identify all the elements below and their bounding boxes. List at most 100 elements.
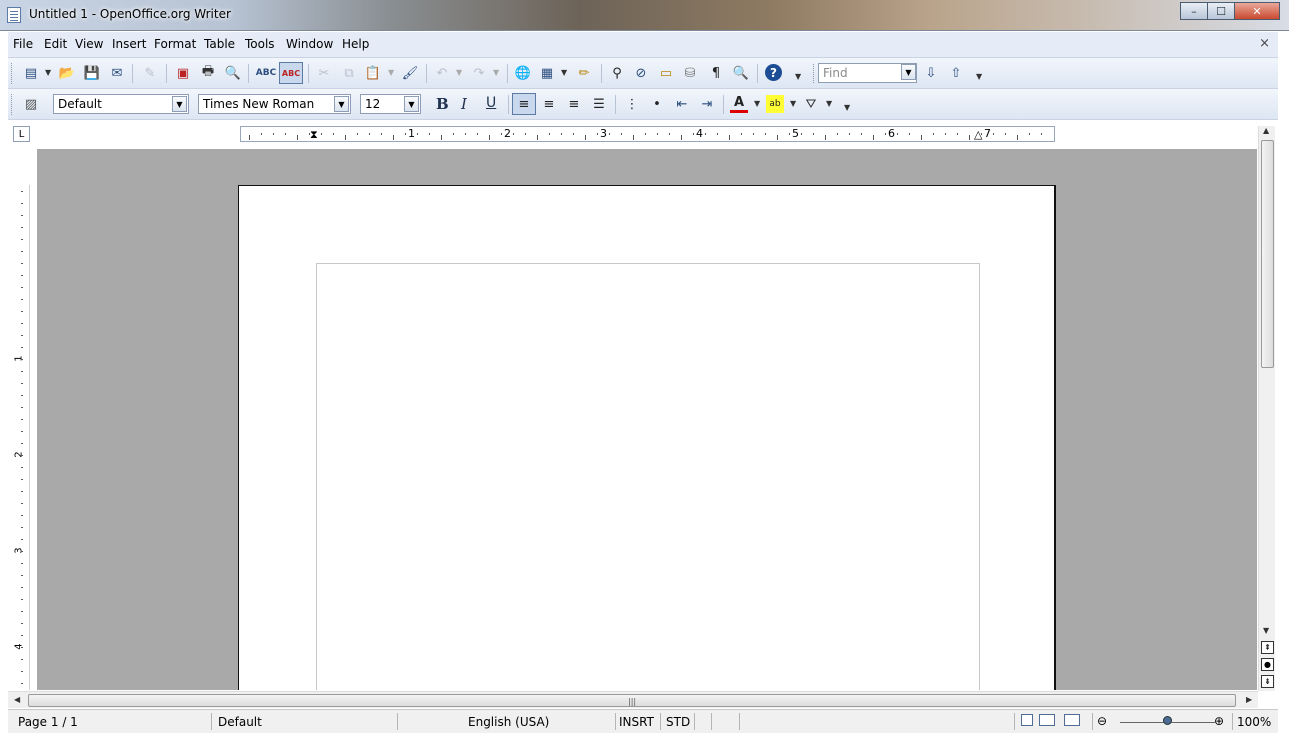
navigator-icon[interactable]: ⊘ — [632, 64, 650, 82]
open-icon[interactable]: 📂 — [58, 64, 76, 82]
gallery-icon[interactable]: ▭ — [657, 64, 675, 82]
font-name-dropdown-icon[interactable]: ▼ — [334, 96, 349, 112]
text-boundaries[interactable] — [316, 263, 980, 690]
insert-mode[interactable]: INSRT — [619, 715, 654, 729]
scroll-right-icon[interactable]: ▶ — [1246, 695, 1252, 704]
font-size-select[interactable]: 12 ▼ — [360, 94, 421, 114]
cut-icon[interactable]: ✂ — [315, 64, 333, 82]
redo-icon[interactable]: ↷ — [470, 64, 488, 82]
bold-button[interactable]: B — [436, 95, 449, 113]
toolbar-more-icon[interactable]: ▼ — [795, 72, 801, 81]
minimize-button[interactable]: – — [1180, 2, 1208, 20]
align-right-icon[interactable]: ≡ — [565, 95, 583, 113]
redo-dropdown-icon[interactable]: ▼ — [493, 68, 499, 77]
find-next-icon[interactable]: ⇩ — [922, 64, 940, 82]
paste-dropdown-icon[interactable]: ▼ — [388, 68, 394, 77]
multi-page-view-icon[interactable] — [1039, 714, 1055, 726]
scroll-down-icon[interactable]: ▼ — [1263, 626, 1269, 635]
highlighting-icon[interactable]: ab — [766, 95, 784, 113]
export-pdf-icon[interactable]: ▣ — [174, 64, 192, 82]
autospellcheck-icon[interactable]: ABC — [279, 62, 303, 84]
print-preview-icon[interactable]: 🔍 — [224, 64, 242, 82]
paste-icon[interactable]: 📋 — [364, 64, 382, 82]
menu-file[interactable]: File — [13, 37, 33, 51]
menu-insert[interactable]: Insert — [112, 37, 146, 51]
show-draw-functions-icon[interactable]: ✏ — [575, 64, 593, 82]
horizontal-ruler[interactable]: 1 2 3 4 5 6 7 ⧗ △ — [240, 126, 1055, 142]
align-center-icon[interactable]: ≡ — [540, 95, 558, 113]
zoom-in-icon[interactable]: ⊕ — [1214, 714, 1224, 728]
previous-page-icon[interactable]: ⇞ — [1261, 641, 1274, 654]
find-replace-icon[interactable]: ⚲ — [608, 64, 626, 82]
print-icon[interactable]: 🖶 — [199, 64, 217, 82]
menu-edit[interactable]: Edit — [44, 37, 67, 51]
increase-indent-icon[interactable]: ⇥ — [698, 95, 716, 113]
decrease-indent-icon[interactable]: ⇤ — [673, 95, 691, 113]
new-dropdown-icon[interactable]: ▼ — [45, 68, 51, 77]
next-page-icon[interactable]: ⇟ — [1261, 675, 1274, 688]
table-icon[interactable]: ▦ — [538, 64, 556, 82]
new-document-icon[interactable]: ▤ — [22, 64, 40, 82]
page-style[interactable]: Default — [218, 715, 262, 729]
italic-button[interactable]: I — [461, 95, 467, 113]
close-document-icon[interactable]: × — [1259, 36, 1270, 51]
undo-icon[interactable]: ↶ — [433, 64, 451, 82]
clone-formatting-icon[interactable]: 🖌 — [401, 64, 419, 82]
scroll-up-icon[interactable]: ▲ — [1263, 126, 1269, 135]
table-dropdown-icon[interactable]: ▼ — [561, 68, 567, 77]
menu-format[interactable]: Format — [154, 37, 196, 51]
bullets-icon[interactable]: • — [648, 95, 666, 113]
menu-tools[interactable]: Tools — [245, 37, 275, 51]
background-color-icon[interactable]: ⛛ — [802, 95, 820, 113]
menu-help[interactable]: Help — [342, 37, 369, 51]
vertical-scrollbar[interactable]: ▲ ▼ ⇞ ● ⇟ — [1258, 126, 1275, 691]
horizontal-scroll-thumb[interactable]: ||| — [28, 694, 1236, 707]
vertical-scroll-thumb[interactable] — [1261, 140, 1274, 368]
document-page[interactable] — [238, 185, 1056, 690]
book-view-icon[interactable] — [1064, 714, 1080, 726]
find-toolbar-more-icon[interactable]: ▼ — [976, 72, 982, 81]
spellcheck-icon[interactable]: ABC — [256, 64, 276, 82]
left-indent-marker-icon[interactable]: ⧗ — [310, 128, 318, 142]
navigation-icon[interactable]: ● — [1261, 658, 1274, 671]
edit-file-icon[interactable]: ✎ — [141, 64, 159, 82]
paragraph-style-dropdown-icon[interactable]: ▼ — [172, 96, 187, 112]
zoom-level[interactable]: 100% — [1237, 715, 1271, 729]
highlighting-dropdown-icon[interactable]: ▼ — [790, 99, 796, 108]
help-icon[interactable]: ? — [765, 64, 782, 81]
justify-icon[interactable]: ☰ — [590, 95, 608, 113]
single-page-view-icon[interactable] — [1021, 714, 1033, 726]
email-icon[interactable]: ✉ — [108, 64, 126, 82]
toolbar-grip[interactable] — [11, 94, 14, 115]
save-icon[interactable]: 💾 — [83, 64, 101, 82]
underline-button[interactable]: U — [486, 95, 496, 111]
vertical-ruler[interactable]: 1 2 3 4 — [13, 185, 30, 690]
horizontal-scrollbar[interactable]: ◀ ||| ▶ — [8, 691, 1258, 708]
hyperlink-icon[interactable]: 🌐 — [514, 64, 532, 82]
tab-type-selector[interactable]: L — [13, 126, 30, 142]
page-indicator[interactable]: Page 1 / 1 — [18, 715, 78, 729]
language-indicator[interactable]: English (USA) — [468, 715, 549, 729]
formatting-marks-icon[interactable]: ¶ — [707, 64, 725, 82]
font-size-dropdown-icon[interactable]: ▼ — [404, 96, 419, 112]
menu-table[interactable]: Table — [204, 37, 235, 51]
font-color-icon[interactable]: A — [730, 95, 748, 113]
zoom-slider-knob[interactable] — [1163, 716, 1172, 725]
scroll-left-icon[interactable]: ◀ — [14, 695, 20, 704]
font-color-dropdown-icon[interactable]: ▼ — [754, 99, 760, 108]
zoom-out-icon[interactable]: ⊖ — [1097, 714, 1107, 728]
formatting-toolbar-more-icon[interactable]: ▼ — [844, 103, 850, 112]
find-previous-icon[interactable]: ⇧ — [947, 64, 965, 82]
toolbar-grip[interactable] — [813, 64, 814, 83]
zoom-icon[interactable]: 🔍 — [732, 64, 750, 82]
find-dropdown-icon[interactable]: ▼ — [901, 64, 916, 80]
paragraph-style-select[interactable]: Default ▼ — [53, 94, 189, 114]
styles-formatting-icon[interactable]: ▨ — [22, 95, 40, 113]
maximize-button[interactable]: ☐ — [1207, 2, 1235, 20]
numbering-icon[interactable]: ⋮ — [623, 95, 641, 113]
menu-view[interactable]: View — [75, 37, 103, 51]
background-color-dropdown-icon[interactable]: ▼ — [826, 99, 832, 108]
data-sources-icon[interactable]: ⛁ — [681, 64, 699, 82]
undo-dropdown-icon[interactable]: ▼ — [456, 68, 462, 77]
font-name-select[interactable]: Times New Roman ▼ — [198, 94, 351, 114]
